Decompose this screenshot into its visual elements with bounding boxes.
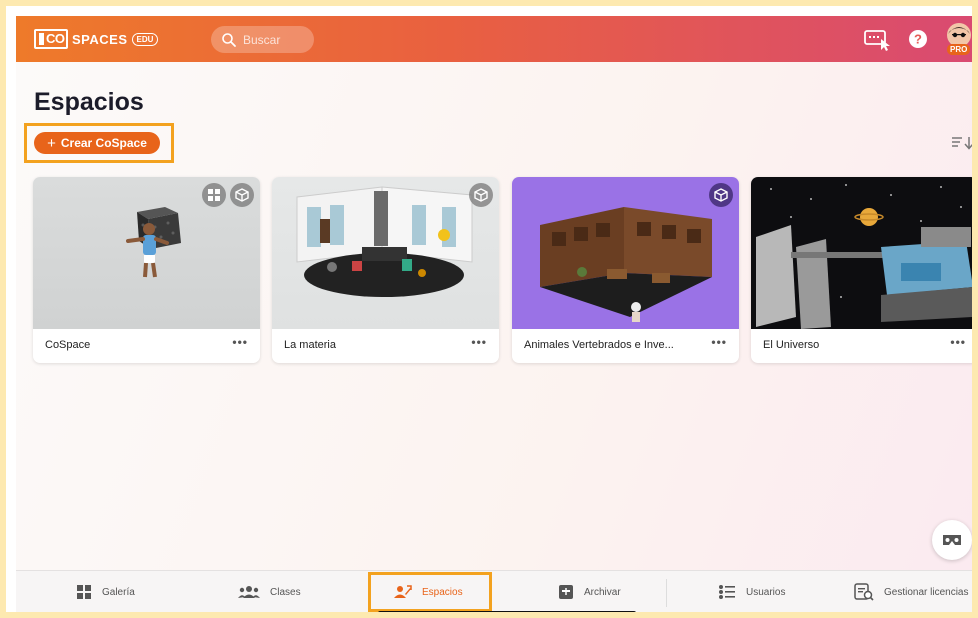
cube-badge-icon bbox=[709, 183, 733, 207]
nav-label: Espacios bbox=[422, 586, 463, 598]
logo-edition: EDU bbox=[131, 32, 159, 46]
cube-badge-icon bbox=[469, 183, 493, 207]
vr-headset-icon bbox=[943, 535, 961, 545]
space-title[interactable]: La materia bbox=[284, 339, 454, 351]
nav-divider bbox=[666, 579, 667, 607]
more-options-button[interactable]: ••• bbox=[711, 335, 727, 349]
space-card[interactable]: La materia ••• bbox=[272, 177, 499, 363]
space-title[interactable]: CoSpace bbox=[45, 339, 215, 351]
pro-badge: PRO bbox=[947, 44, 971, 55]
spaces-icon bbox=[394, 585, 412, 598]
nav-label: Clases bbox=[270, 586, 301, 598]
logo-mark: CO bbox=[34, 29, 68, 49]
space-station-scene bbox=[756, 184, 972, 329]
nav-usuarios[interactable]: Usuarios bbox=[718, 571, 786, 612]
search-input[interactable] bbox=[241, 31, 305, 48]
nav-label: Archivar bbox=[584, 586, 621, 598]
search-icon bbox=[222, 32, 236, 47]
museum-room-scene bbox=[540, 207, 712, 322]
create-cospace-label: Crear CoSpace bbox=[60, 136, 147, 150]
nav-galeria[interactable]: Galería bbox=[76, 571, 135, 612]
space-thumbnail[interactable] bbox=[33, 177, 260, 329]
space-thumbnail[interactable] bbox=[751, 177, 972, 329]
space-card[interactable]: El Universo ••• bbox=[751, 177, 972, 363]
plus-icon: + bbox=[47, 134, 56, 152]
nav-gestionar-licencias[interactable]: Gestionar licencias bbox=[854, 571, 969, 612]
space-thumbnail[interactable] bbox=[272, 177, 499, 329]
more-options-button[interactable]: ••• bbox=[950, 335, 966, 349]
more-options-button[interactable]: ••• bbox=[232, 335, 248, 349]
svg-text:?: ? bbox=[914, 32, 922, 47]
screenshot-frame: CO SPACES EDU ? PRO Espacios bbox=[0, 0, 978, 618]
nav-label: Usuarios bbox=[746, 586, 786, 598]
logo-name: SPACES bbox=[72, 31, 128, 47]
space-card[interactable]: Animales Vertebrados e Inve... ••• bbox=[512, 177, 739, 363]
vr-view-button[interactable] bbox=[932, 520, 972, 560]
create-cospace-button[interactable]: + Crear CoSpace bbox=[34, 132, 160, 154]
space-title[interactable]: El Universo bbox=[763, 339, 933, 351]
main-content: Espacios + Crear CoSpace CoSpace ••• La … bbox=[16, 62, 975, 570]
grid-icon bbox=[77, 585, 91, 599]
nav-espacios[interactable]: Espacios bbox=[394, 571, 463, 612]
license-icon bbox=[854, 583, 874, 601]
space-title[interactable]: Animales Vertebrados e Inve... bbox=[524, 339, 694, 351]
nav-label: Galería bbox=[102, 586, 135, 598]
keyboard-pointer-icon[interactable] bbox=[864, 27, 892, 51]
more-options-button[interactable]: ••• bbox=[471, 335, 487, 349]
archive-icon bbox=[559, 585, 573, 599]
logo-letters: CO bbox=[46, 31, 65, 46]
avatar[interactable]: PRO bbox=[944, 22, 972, 56]
grid-badge-icon bbox=[202, 183, 226, 207]
search-box[interactable] bbox=[211, 26, 314, 53]
users-list-icon bbox=[719, 585, 735, 599]
character-cube-scene bbox=[126, 207, 181, 278]
nav-archivar[interactable]: Archivar bbox=[558, 571, 621, 612]
cube-badge-icon bbox=[230, 183, 254, 207]
space-thumbnail[interactable] bbox=[512, 177, 739, 329]
nav-label: Gestionar licencias bbox=[884, 586, 969, 598]
help-icon[interactable]: ? bbox=[908, 29, 928, 49]
page-title: Espacios bbox=[34, 88, 144, 116]
top-bar: CO SPACES EDU ? PRO bbox=[16, 16, 972, 62]
bottom-nav: Galería Clases Espacios Archivar Usuario… bbox=[16, 570, 972, 612]
sort-icon[interactable] bbox=[951, 136, 975, 150]
cospaces-logo[interactable]: CO SPACES EDU bbox=[34, 29, 159, 49]
home-indicator[interactable] bbox=[378, 611, 636, 612]
nav-clases[interactable]: Clases bbox=[238, 571, 301, 612]
space-card[interactable]: CoSpace ••• bbox=[33, 177, 260, 363]
library-room-scene bbox=[296, 186, 473, 297]
people-icon bbox=[238, 586, 260, 598]
